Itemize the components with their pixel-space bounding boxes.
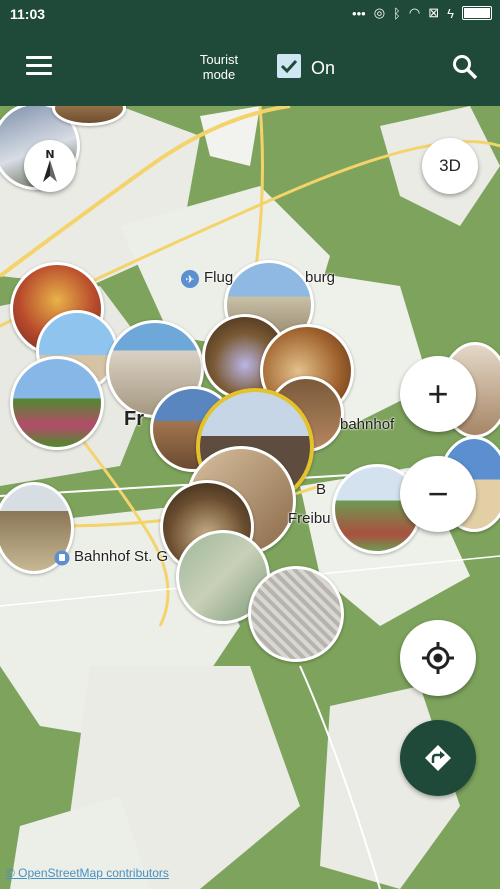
svg-text:✈: ✈ <box>185 273 194 286</box>
freiburg-label-fragment: Freibu <box>288 510 331 527</box>
sim-icon: ⊠ <box>428 5 440 20</box>
zoom-out-button[interactable]: − <box>400 456 476 532</box>
openstreetmap-attribution-link[interactable]: © OpenStreetMap contributors <box>6 866 169 880</box>
directions-icon <box>425 745 451 771</box>
3d-button[interactable]: 3D <box>422 138 478 194</box>
status-icons: ••• ◎ ᛒ ◠ ⊠ ϟ <box>352 5 492 21</box>
directions-button[interactable] <box>400 720 476 796</box>
tourist-mode-label: Tourist mode <box>199 52 239 82</box>
train-station-icon <box>54 550 70 566</box>
search-icon[interactable] <box>452 54 478 80</box>
svg-text:N: N <box>45 148 54 161</box>
crosshair-icon <box>422 642 454 674</box>
station-label: Bahnhof St. G <box>74 548 169 565</box>
dots-icon: ••• <box>352 5 366 21</box>
photo-marker[interactable] <box>10 356 104 450</box>
tourist-mode-checkbox[interactable] <box>277 54 301 78</box>
photo-marker[interactable] <box>248 566 344 662</box>
compass-button[interactable]: N <box>24 140 76 192</box>
airport-label-suffix: burg <box>305 269 336 286</box>
tourist-mode-state: On <box>311 58 336 78</box>
station-label-fragment: bahnhof <box>340 416 395 433</box>
airport-icon: ✈ <box>181 270 199 288</box>
signal-icon: ◎ <box>373 5 386 20</box>
status-bar: 11:03 ••• ◎ ᛒ ◠ ⊠ ϟ <box>0 0 500 28</box>
flash-icon: ϟ <box>447 5 454 21</box>
airport-label: Flug <box>204 269 234 286</box>
status-time: 11:03 <box>10 6 46 22</box>
map-view[interactable]: ✈ Flug burg Fr bahnhof B Freibu Bahnhof … <box>0 106 500 889</box>
zoom-in-button[interactable]: + <box>400 356 476 432</box>
compass-icon: N <box>43 148 57 182</box>
city-label-fragment: Fr <box>124 408 144 430</box>
check-icon <box>280 59 298 74</box>
bluetooth-icon: ᛒ <box>393 5 401 21</box>
road-label-fragment: B <box>316 481 327 498</box>
menu-icon[interactable] <box>26 56 52 76</box>
battery-icon <box>462 6 492 20</box>
my-location-button[interactable] <box>400 620 476 696</box>
wifi-icon: ◠ <box>408 5 421 20</box>
app-bar: Tourist mode On <box>0 28 500 106</box>
